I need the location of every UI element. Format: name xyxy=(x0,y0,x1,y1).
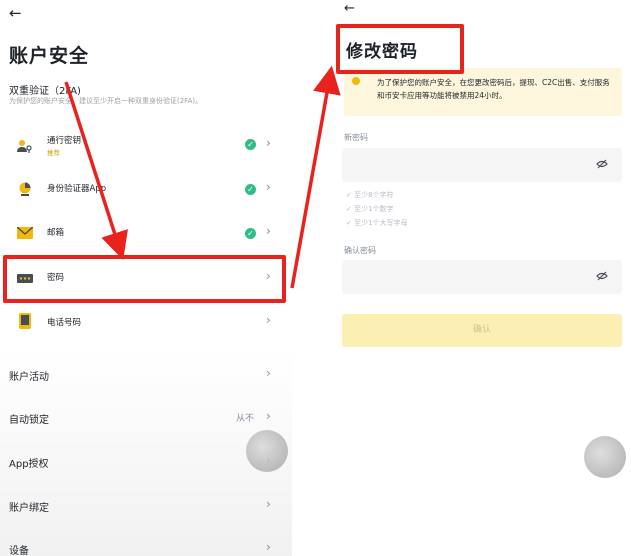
annotation-arrows xyxy=(64,65,341,289)
arrow-to-password xyxy=(64,81,128,260)
arrow-to-change-password xyxy=(290,65,341,289)
